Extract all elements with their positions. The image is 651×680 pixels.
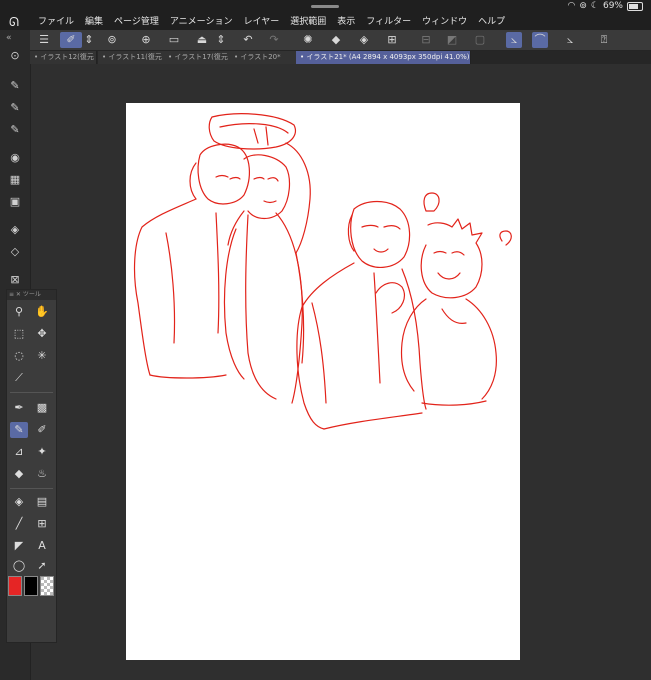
drawing-canvas[interactable] — [126, 103, 520, 660]
color-set-icon[interactable]: ▦ — [7, 172, 23, 188]
object-icon[interactable]: ➚ — [33, 558, 51, 574]
special-ruler-snap-icon[interactable]: ⌒ — [532, 32, 548, 48]
crop-icon[interactable]: ▢ — [472, 32, 488, 48]
battery-icon — [627, 1, 643, 11]
color-wheel-icon[interactable]: ◉ — [7, 150, 23, 166]
ruler-snap-icon[interactable]: ⦣ — [506, 32, 522, 48]
balloon-icon[interactable]: ◯ — [10, 558, 28, 574]
gallery-icon[interactable]: ⊚ — [104, 32, 120, 48]
pattern-icon[interactable]: ▩ — [33, 400, 51, 416]
divider — [10, 392, 53, 393]
magic-wand-icon[interactable]: ✳ — [33, 348, 51, 364]
airbrush-icon[interactable]: ⊿ — [10, 444, 28, 460]
tab-illust-21[interactable]: • イラスト21* (A4 2894 x 4093px 350dpi 41.0%… — [296, 51, 471, 64]
line-icon[interactable]: ╱ — [10, 516, 28, 532]
menu-selection[interactable]: 選択範囲 — [290, 14, 326, 30]
navigator-icon[interactable]: ▣ — [7, 194, 23, 210]
text-icon[interactable]: A — [33, 538, 51, 554]
layers-icon[interactable]: ◇ — [7, 244, 23, 260]
sub-color-swatch[interactable] — [24, 576, 38, 596]
tool-panel-title: ツール — [22, 291, 41, 298]
fill-icon[interactable]: ◆ — [328, 32, 344, 48]
deselect-icon[interactable]: ⊟ — [418, 32, 434, 48]
layer-property-icon[interactable]: ◈ — [7, 222, 23, 238]
help-icon[interactable]: ⍰ — [596, 32, 612, 48]
ios-status-bar: ◠ ⊚ ☾ 69% — [0, 0, 651, 14]
close-icon[interactable]: ≡ ✕ — [9, 291, 23, 298]
tab-illust-17[interactable]: • イラスト17(復元 — [164, 51, 231, 64]
eyedropper-icon[interactable]: ⟋ — [10, 370, 28, 386]
menu-file[interactable]: ファイル — [38, 14, 74, 30]
brush-settings-icon[interactable]: ✎ — [7, 100, 23, 116]
chevron-updown-icon[interactable]: ⇕ — [216, 32, 226, 48]
move-layer-icon[interactable]: ✥ — [33, 326, 51, 342]
menu-filter[interactable]: フィルター — [366, 14, 411, 30]
tab-illust-20[interactable]: • イラスト20* — [230, 51, 297, 64]
menu-layer[interactable]: レイヤー — [244, 14, 280, 30]
save-icon[interactable]: ⏏ — [194, 32, 210, 48]
main-color-swatch[interactable] — [8, 576, 22, 596]
new-file-icon[interactable]: ⊕ — [138, 32, 154, 48]
app-logo-icon[interactable]: ᘏ — [9, 14, 19, 30]
menu-animation[interactable]: アニメーション — [170, 14, 233, 30]
menu-edit[interactable]: 編集 — [85, 14, 103, 30]
command-toolbar: ☰ ✐ ⇕ ⊚ ⊕ ▭ ⏏ ⇕ ↶ ↷ ✺ ◆ ◈ ⊞ ⊟ ◩ ▢ ⦣ ⌒ ⦣ … — [30, 30, 651, 51]
eraser-icon[interactable]: ◆ — [10, 466, 28, 482]
menu-view[interactable]: 表示 — [337, 14, 355, 30]
ruler-icon[interactable]: ◤ — [10, 538, 28, 554]
decoration-icon[interactable]: ✦ — [33, 444, 51, 460]
operation-icon[interactable]: ⬚ — [10, 326, 28, 342]
redo-icon[interactable]: ↷ — [266, 32, 282, 48]
menu-bar: ᘏ ファイル 編集 ページ管理 アニメーション レイヤー 選択範囲 表示 フィル… — [0, 14, 651, 30]
frame-icon[interactable]: ⊞ — [33, 516, 51, 532]
tool-panel: ≡ ✕ ツール ⚲ ✋ ⬚ ✥ ◌ ✳ ⟋ ✒ ▩ ✎ ✐ ⊿ ✦ ◆ ♨ ◈ … — [6, 289, 57, 643]
hamburger-icon[interactable]: ☰ — [36, 32, 52, 48]
divider — [10, 488, 53, 489]
tab-illust-12[interactable]: • イラスト12(復元 — [30, 51, 97, 64]
canvas-tabs: • イラスト12(復元 • イラスト11(復元 • イラスト17(復元 • イラ… — [30, 51, 651, 64]
transform-icon[interactable]: ⊞ — [384, 32, 400, 48]
home-indicator[interactable] — [311, 5, 339, 8]
moon-icon: ☾ — [590, 1, 599, 11]
menu-window[interactable]: ウィンドウ — [422, 14, 467, 30]
edit-mode-icon[interactable]: ✐ — [60, 32, 82, 48]
pencil-icon[interactable]: ✎ — [10, 422, 28, 438]
brush-icon[interactable]: ✐ — [33, 422, 51, 438]
tool-panel-header[interactable]: ≡ ✕ ツール — [7, 290, 56, 300]
sketch-strokes — [133, 113, 512, 430]
clear-icon[interactable]: ✺ — [300, 32, 316, 48]
lock-rotation-icon: ⊚ — [579, 1, 587, 11]
wifi-icon: ◠ — [567, 1, 576, 11]
grid-snap-icon[interactable]: ⦣ — [562, 32, 578, 48]
material-icon[interactable]: ⊠ — [7, 272, 23, 288]
invert-selection-icon[interactable]: ◩ — [444, 32, 460, 48]
hand-icon[interactable]: ✋ — [33, 304, 51, 320]
blend-icon[interactable]: ♨ — [33, 466, 51, 482]
zoom-icon[interactable]: ⚲ — [10, 304, 28, 320]
collapse-left-icon[interactable]: « — [6, 33, 12, 43]
fill-icon[interactable]: ◈ — [10, 494, 28, 510]
brush-add-icon[interactable]: ✎ — [7, 122, 23, 138]
gradient-icon[interactable]: ▤ — [33, 494, 51, 510]
red-sketch — [133, 113, 512, 430]
status-indicators: ◠ ⊚ ☾ 69% — [567, 1, 643, 11]
battery-percent: 69% — [602, 1, 623, 11]
tab-illust-11[interactable]: • イラスト11(復元 — [98, 51, 165, 64]
menu-page[interactable]: ページ管理 — [114, 14, 159, 30]
fill-bucket-icon[interactable]: ◈ — [356, 32, 372, 48]
undo-icon[interactable]: ↶ — [240, 32, 256, 48]
menu-help[interactable]: ヘルプ — [478, 14, 505, 30]
lasso-icon[interactable]: ◌ — [10, 348, 28, 364]
zoom-icon[interactable]: ⊙ — [7, 48, 23, 64]
chevron-updown-icon[interactable]: ⇕ — [84, 32, 94, 48]
pen-icon[interactable]: ✒ — [10, 400, 28, 416]
brush-size-icon[interactable]: ✎ — [7, 78, 23, 94]
transparent-color-swatch[interactable] — [40, 576, 54, 596]
open-folder-icon[interactable]: ▭ — [166, 32, 182, 48]
